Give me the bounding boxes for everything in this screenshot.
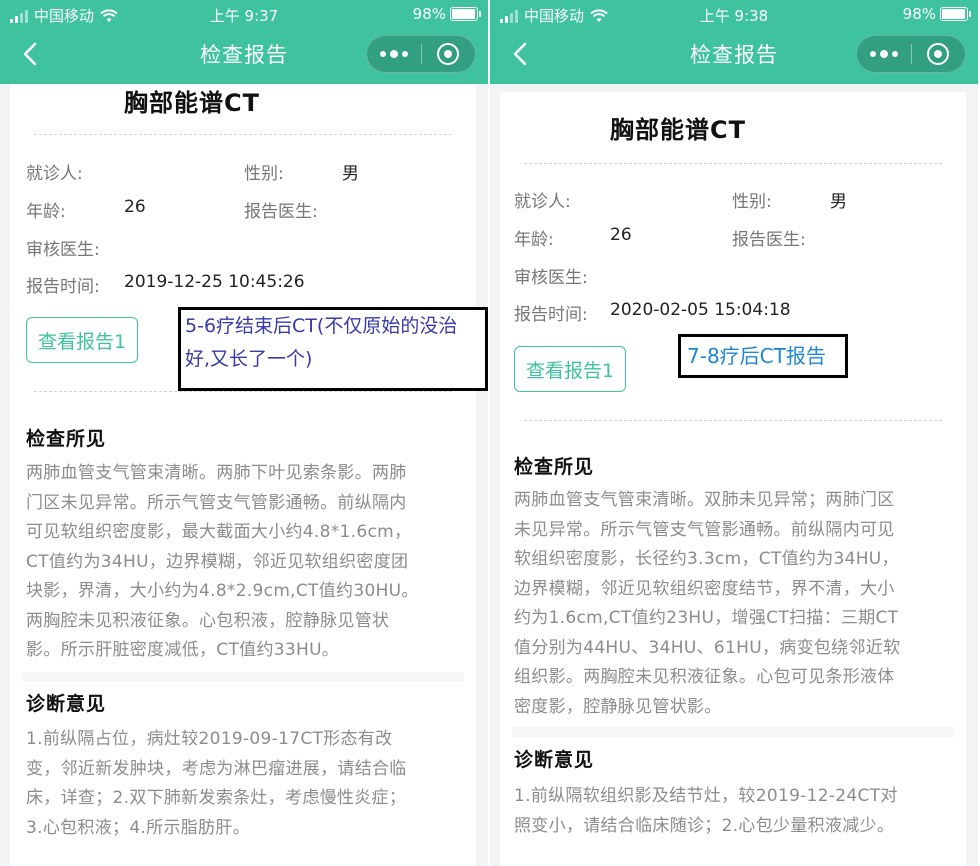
battery-icon [450,7,481,21]
patient-label: 就诊人: [514,192,571,212]
findings-line: 门区未见异常。所示气管支气管影通畅。前纵隔内 [26,492,407,513]
findings-line: 边界模糊，邻近见软组织密度结节，界不清，大小 [514,578,895,599]
reviewer-label: 审核医生: [514,268,588,288]
divider [524,420,942,421]
report-title: 胸部能谱CT [124,89,260,117]
annotation-line: 7-8疗后CT报告 [687,344,826,368]
report-title: 胸部能谱CT [610,116,746,144]
age-label: 年龄: [514,230,554,250]
status-bar: 中国移动 上午 9:38 98% [490,2,978,26]
diagnosis-line: 床，详查；2.双下肺新发索条灶，考虑慢性炎症； [26,788,407,808]
diagnosis-text: 1.前纵隔占位，病灶较2019-09-17CT形态有改 变，邻近新发肿块，考虑为… [26,725,466,843]
report-time-value: 2020-02-05 15:04:18 [610,300,791,320]
divider [524,163,942,164]
battery-percent: 98% [902,5,936,23]
findings-line: 未见异常。所示气管支气管影通畅。前纵隔内可见 [514,519,895,540]
battery-percent: 98% [412,5,446,23]
findings-line: 密度影，腔静脉见管状影。 [514,696,722,717]
close-mini-program-icon[interactable] [911,36,965,72]
doctor-label: 报告医生: [732,230,806,250]
diagnosis-line: 变，邻近新发肿块，考虑为淋巴瘤进展，请结合临 [26,758,407,779]
screen-right: 中国移动 上午 9:38 98% 检查报告 胸部能谱CT 就诊人: 性别: 男 … [490,0,978,866]
mini-program-capsule [366,35,476,73]
close-mini-program-icon[interactable] [421,36,475,72]
findings-line: 组织影。两胸腔未见积液征象。心包可见条形液体 [514,667,895,687]
screen-left: 中国移动 上午 9:37 98% 检查报告 胸部能谱CT 就诊人: 性别: 男 … [0,0,488,866]
app-header: 中国移动 上午 9:38 98% 检查报告 [490,0,978,84]
report-time-label: 报告时间: [514,305,588,325]
report-time-label: 报告时间: [26,277,100,297]
report-card: 胸部能谱CT 就诊人: 性别: 男 年龄: 26 报告医生: 审核医生: 报告时… [500,92,966,866]
diagnosis-title: 诊断意见 [514,749,595,771]
findings-line: CT值约为34HU，边界模糊，邻近见软组织密度团 [26,551,409,572]
reviewer-label: 审核医生: [26,240,100,260]
findings-line: 约为1.6cm,CT值约23HU，增强CT扫描：三期CT [514,608,899,628]
app-header: 中国移动 上午 9:37 98% 检查报告 [0,0,488,84]
more-icon[interactable] [857,36,911,72]
diagnosis-text: 1.前纵隔软组织影及结节灶，较2019-12-24CT对 照变小，请结合临床随诊… [514,782,954,841]
findings-line: 可见软组织密度影，最大截面大小约4.8*1.6cm， [26,522,412,542]
status-bar: 中国移动 上午 9:37 98% [0,2,488,26]
divider [34,134,452,135]
findings-line: 块影，界清，大小约为4.8*2.9cm,CT值约30HU。 [26,581,419,601]
annotation-box: 7-8疗后CT报告 [678,334,848,378]
more-icon[interactable] [367,36,421,72]
divider [34,391,452,392]
findings-line: 两胸腔未见积液征象。心包积液，腔静脉见管状 [26,610,390,631]
annotation-box: 5-6疗结束后CT(不仅原始的没治 好,又长了一个) [178,307,488,391]
annotation-line: 好,又长了一个) [185,348,313,370]
report-card: 胸部能谱CT 就诊人: 性别: 男 年龄: 26 报告医生: 审核医生: 报告时… [10,84,488,866]
findings-line: 值分别为44HU、34HU、61HU，病变包绕邻近软 [514,637,901,658]
nav-bar: 检查报告 [0,30,488,78]
age-value: 26 [124,197,146,217]
patient-label: 就诊人: [26,164,83,184]
diagnosis-line: 3.心包积液；4.所示脂肪肝。 [26,817,250,838]
gender-value: 男 [830,192,847,212]
view-report-button[interactable]: 查看报告1 [26,317,138,363]
findings-text: 两肺血管支气管束清晰。两肺下叶见索条影。两肺 门区未见异常。所示气管支气管影通畅… [26,459,466,666]
nav-bar: 检查报告 [490,30,978,78]
age-value: 26 [610,225,632,245]
findings-line: 影。所示肝脏密度减低，CT值约33HU。 [26,640,340,660]
report-time-value: 2019-12-25 10:45:26 [124,272,305,292]
findings-text: 两肺血管支气管束清晰。双肺未见异常；两肺门区 未见异常。所示气管支气管影通畅。前… [514,486,954,722]
section-divider [512,727,954,737]
battery-icon [940,7,971,21]
age-label: 年龄: [26,202,66,222]
diagnosis-title: 诊断意见 [26,693,107,715]
mini-program-capsule [856,35,966,73]
diagnosis-line: 1.前纵隔软组织影及结节灶，较2019-12-24CT对 [514,786,898,806]
diagnosis-line: 1.前纵隔占位，病灶较2019-09-17CT形态有改 [26,729,393,749]
gender-label: 性别: [244,164,284,184]
findings-line: 两肺血管支气管束清晰。两肺下叶见索条影。两肺 [26,463,407,483]
gender-value: 男 [342,164,359,184]
findings-title: 检查所见 [26,428,107,450]
doctor-label: 报告医生: [244,202,318,222]
annotation-line: 5-6疗结束后CT(不仅原始的没治 [185,315,458,337]
gender-label: 性别: [732,192,772,212]
diagnosis-line: 照变小，请结合临床随诊；2.心包少量积液减少。 [514,815,895,836]
findings-line: 软组织密度影，长径约3.3cm，CT值约为34HU， [514,549,899,569]
findings-line: 两肺血管支气管束清晰。双肺未见异常；两肺门区 [514,490,895,510]
view-report-button[interactable]: 查看报告1 [514,346,626,392]
findings-title: 检查所见 [514,456,595,478]
section-divider [22,672,464,682]
